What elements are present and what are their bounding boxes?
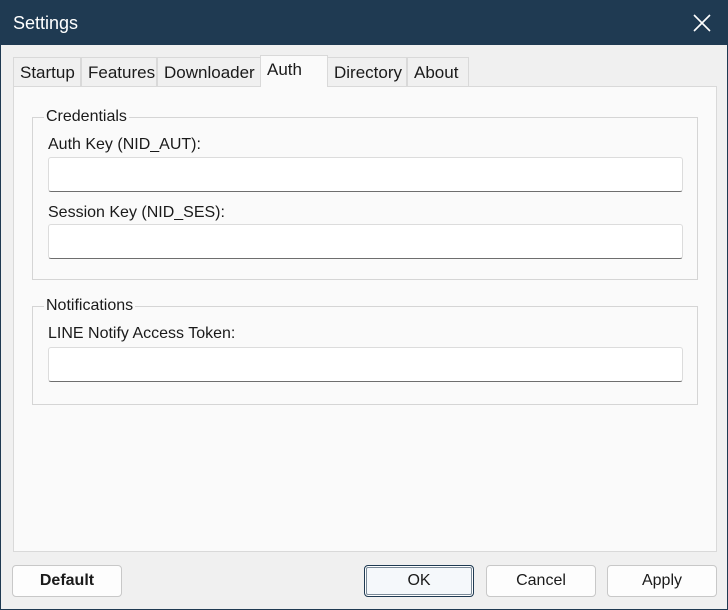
auth-key-label: Auth Key (NID_AUT): — [48, 136, 201, 153]
title-bar[interactable]: Settings — [1, 1, 727, 45]
credentials-legend: Credentials — [44, 107, 129, 127]
credentials-group: Credentials Auth Key (NID_AUT): Session … — [32, 107, 698, 280]
settings-window: Settings Startup Features Downloader Aut… — [0, 0, 728, 610]
line-token-input[interactable] — [48, 347, 683, 382]
apply-button[interactable]: Apply — [607, 565, 717, 597]
auth-key-input[interactable] — [48, 157, 683, 192]
close-button[interactable] — [677, 1, 727, 45]
session-key-input[interactable] — [48, 224, 683, 259]
session-key-label: Session Key (NID_SES): — [48, 204, 225, 221]
auth-tab-panel: Credentials Auth Key (NID_AUT): Session … — [13, 86, 717, 552]
cancel-button-label: Cancel — [516, 572, 566, 589]
tab-features[interactable]: Features — [81, 57, 157, 86]
notifications-group: Notifications LINE Notify Access Token: — [32, 296, 698, 405]
window-title: Settings — [13, 13, 79, 33]
apply-button-label: Apply — [641, 572, 683, 589]
tab-downloader[interactable]: Downloader — [157, 57, 261, 86]
line-token-label: LINE Notify Access Token: — [48, 325, 236, 342]
cancel-button[interactable]: Cancel — [486, 565, 596, 597]
tab-auth[interactable]: Auth — [260, 55, 328, 87]
tab-directory[interactable]: Directory — [327, 57, 407, 86]
default-button[interactable]: Default — [12, 565, 122, 597]
ok-button-label: OK — [407, 572, 431, 589]
ok-button[interactable]: OK — [364, 565, 474, 597]
default-button-label: Default — [39, 572, 95, 589]
tab-about[interactable]: About — [407, 57, 469, 86]
notifications-legend: Notifications — [44, 296, 136, 316]
close-icon — [693, 14, 711, 32]
tab-startup[interactable]: Startup — [13, 57, 81, 86]
